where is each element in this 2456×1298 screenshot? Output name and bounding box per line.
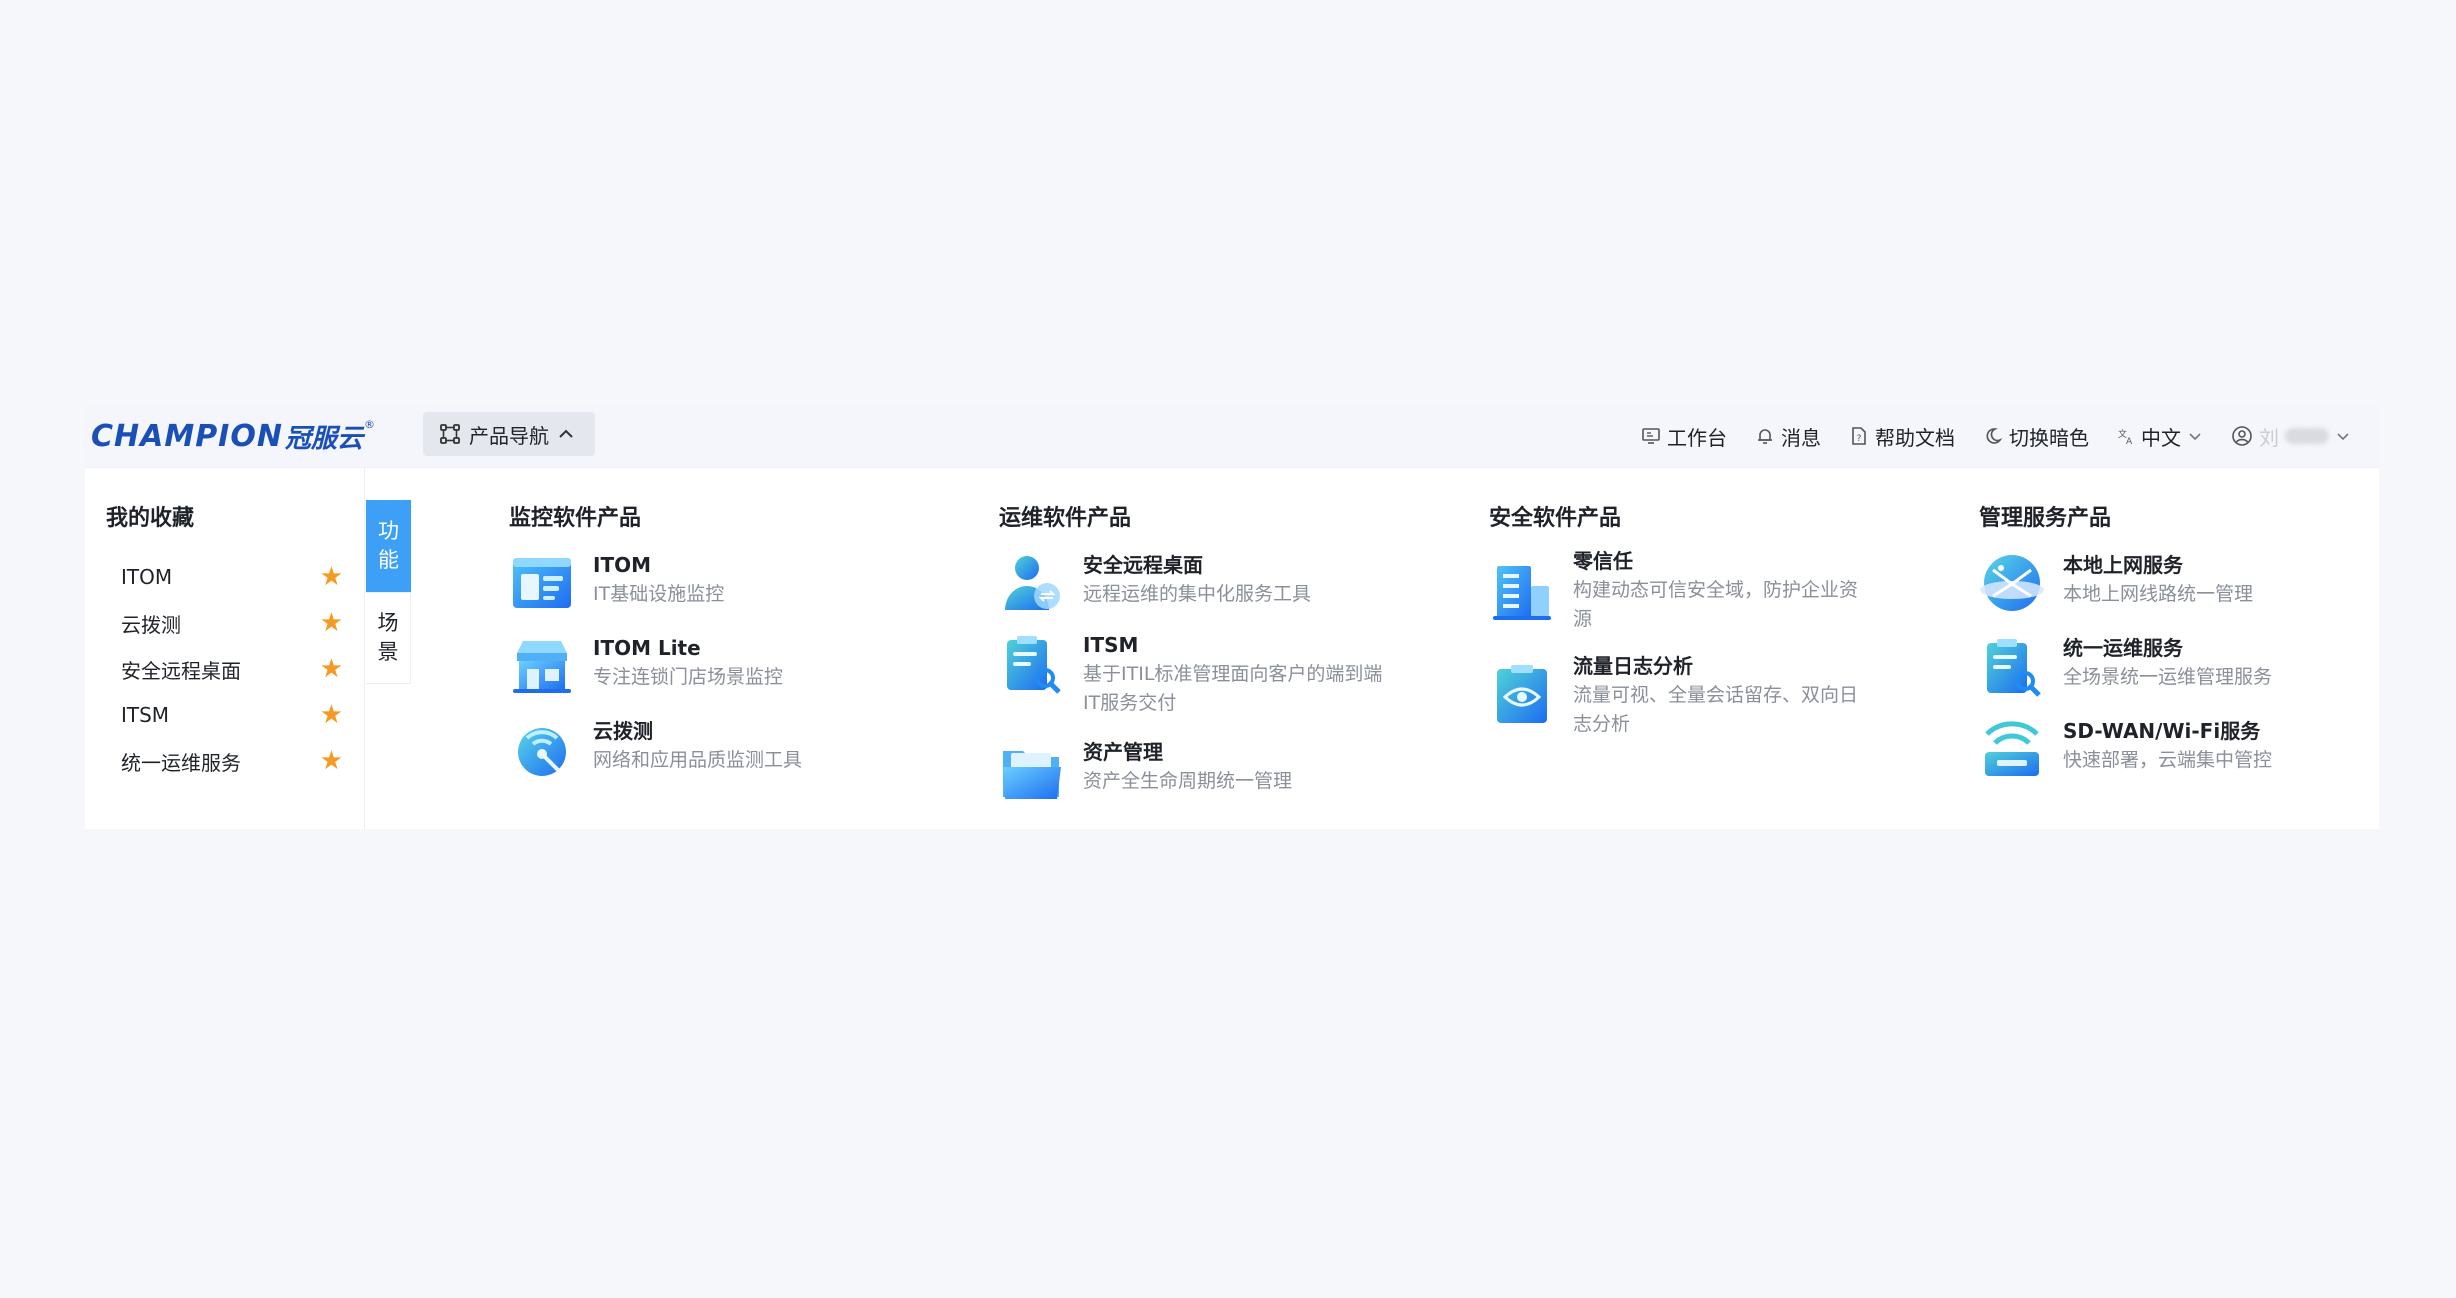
wifi-router-icon: [1985, 721, 2039, 776]
product-desc: 全场景统一运维管理服务: [2063, 666, 2273, 688]
product-desc: 快速部署，云端集中管控: [2063, 749, 2273, 771]
column-title-monitoring: 监控软件产品: [509, 506, 642, 531]
star-icon[interactable]: ★: [320, 702, 343, 728]
product-desc: 本地上网线路统一管理: [2063, 583, 2254, 605]
top-right-nav: 工作台 消息 ? 帮助文档 切换暗色 文 A 中文 刘: [1641, 412, 2351, 460]
theme-toggle[interactable]: 切换暗色: [1983, 422, 2089, 451]
product-desc: 网络和应用品质监测工具: [593, 749, 803, 771]
product-name: 零信任: [1573, 549, 1633, 573]
folder-icon: [1003, 751, 1061, 799]
help-docs-label: 帮助文档: [1875, 425, 1955, 450]
logo-registered-mark: ®: [363, 418, 375, 431]
workbench-link[interactable]: 工作台: [1641, 422, 1727, 451]
product-desc: IT基础设施监控: [593, 583, 725, 605]
grid-nodes-icon: [440, 424, 460, 444]
bell-icon: [1758, 429, 1772, 444]
user-name-blurred: [2285, 428, 2329, 444]
svg-text:A: A: [2126, 437, 2133, 445]
star-icon[interactable]: ★: [320, 656, 343, 682]
product-nav-label: 产品导航: [469, 423, 549, 448]
user-avatar-icon: [2232, 426, 2252, 446]
top-bar: CHAMPION 冠服云 ® 产品导航 工作台 消息 ? 帮助文档 切换暗色 文…: [85, 404, 2379, 468]
product-secure-remote-desktop[interactable]: 安全远程桌面 远程运维的集中化服务工具: [999, 550, 1383, 616]
star-icon[interactable]: ★: [320, 748, 343, 774]
help-doc-icon: ?: [1852, 427, 1866, 445]
theme-toggle-label: 切换暗色: [2009, 425, 2089, 450]
product-desc: 构建动态可信安全域，防护企业资源: [1573, 579, 1859, 630]
messages-label: 消息: [1781, 425, 1821, 450]
clipboard-eye-icon: [1497, 665, 1547, 723]
product-desc: 流量可视、全量会话留存、双向日志分析: [1573, 684, 1859, 735]
chevron-down-icon: [2189, 433, 2201, 441]
product-desc: 基于ITIL标准管理面向客户的端到端IT服务交付: [1083, 663, 1383, 714]
favorite-item[interactable]: 安全远程桌面 ★: [121, 646, 343, 692]
star-icon[interactable]: ★: [320, 564, 343, 590]
product-local-internet[interactable]: 本地上网服务 本地上网线路统一管理: [1979, 550, 2363, 616]
favorites-title: 我的收藏: [106, 506, 195, 531]
product-name: 本地上网服务: [2063, 553, 2183, 577]
column-title-managed-services: 管理服务产品: [1979, 506, 2112, 531]
favorite-item[interactable]: ITSM ★: [121, 692, 343, 738]
column-title-ops: 运维软件产品: [999, 506, 1132, 531]
tab-scene[interactable]: 场 景: [366, 592, 411, 684]
favorites-list: ITOM ★ 云拨测 ★ 安全远程桌面 ★ ITSM ★ 统一运维服务 ★: [121, 554, 343, 784]
product-itom-lite[interactable]: ITOM Lite 专注连锁门店场景监控: [509, 633, 893, 699]
product-desc: 专注连锁门店场景监控: [593, 666, 784, 688]
user-initial: 刘: [2259, 425, 2279, 450]
language-select[interactable]: 文 A 中文: [2117, 422, 2203, 451]
globe-icon: [1980, 555, 2044, 611]
product-name: 流量日志分析: [1573, 654, 1693, 678]
product-desc: 远程运维的集中化服务工具: [1083, 583, 1312, 605]
messages-link[interactable]: 消息: [1755, 422, 1821, 451]
user-remote-icon: [1005, 556, 1060, 610]
help-docs-link[interactable]: ? 帮助文档: [1849, 422, 1955, 451]
product-nav-button[interactable]: 产品导航: [423, 412, 595, 456]
product-name: 统一运维服务: [2063, 636, 2183, 660]
user-menu[interactable]: 刘: [2231, 422, 2351, 451]
svg-text:?: ?: [1857, 434, 1862, 444]
dashboard-window-icon: [513, 558, 571, 608]
brand-logo[interactable]: CHAMPION 冠服云 ®: [91, 414, 375, 458]
language-label: 中文: [2141, 425, 2181, 450]
product-unified-ops-service[interactable]: 统一运维服务 全场景统一运维管理服务: [1979, 633, 2363, 699]
product-name: ITOM: [593, 553, 651, 577]
favorite-item[interactable]: 云拨测 ★: [121, 600, 343, 646]
clipboard-wrench-icon: [1007, 636, 1061, 694]
product-name: 资产管理: [1083, 740, 1163, 764]
chevron-down-icon: [2337, 433, 2349, 441]
favorites-panel: 我的收藏 ITOM ★ 云拨测 ★ 安全远程桌面 ★ ITSM ★ 统一运维服务…: [85, 468, 365, 829]
workbench-label: 工作台: [1667, 425, 1727, 450]
translate-icon: 文 A: [2118, 428, 2133, 445]
product-name: 安全远程桌面: [1083, 553, 1203, 577]
product-traffic-log-analysis[interactable]: 流量日志分析 流量可视、全量会话留存、双向日志分析: [1489, 651, 1873, 739]
logo-text-en: CHAMPION: [91, 418, 283, 454]
star-icon[interactable]: ★: [320, 610, 343, 636]
product-sdwan-wifi[interactable]: SD-WAN/Wi-Fi服务 快速部署，云端集中管控: [1979, 716, 2363, 782]
storefront-icon: [513, 641, 571, 693]
product-name: ITOM Lite: [593, 636, 701, 660]
product-cloud-dial-test[interactable]: 云拨测 网络和应用品质监测工具: [509, 716, 893, 782]
moon-icon: [1986, 428, 2003, 444]
logo-text-cn: 冠服云: [284, 423, 363, 454]
product-name: ITSM: [1083, 633, 1139, 657]
favorite-item[interactable]: ITOM ★: [121, 554, 343, 600]
product-itom[interactable]: ITOM IT基础设施监控: [509, 550, 893, 616]
chevron-up-icon: [559, 429, 573, 438]
product-desc: 资产全生命周期统一管理: [1083, 770, 1293, 792]
tab-function[interactable]: 功 能: [366, 500, 411, 592]
monitor-icon: [1642, 428, 1660, 444]
building-icon: [1493, 566, 1551, 620]
product-name: 云拨测: [593, 719, 653, 743]
product-asset-management[interactable]: 资产管理 资产全生命周期统一管理: [999, 737, 1383, 803]
product-itsm[interactable]: ITSM 基于ITIL标准管理面向客户的端到端IT服务交付: [999, 630, 1383, 718]
favorite-item[interactable]: 统一运维服务 ★: [121, 738, 343, 784]
product-name: SD-WAN/Wi-Fi服务: [2063, 719, 2261, 743]
clipboard-wrench-icon: [1987, 639, 2041, 697]
column-title-security: 安全软件产品: [1489, 506, 1622, 531]
radar-dish-icon: [518, 728, 566, 776]
product-zero-trust[interactable]: 零信任 构建动态可信安全域，防护企业资源: [1489, 546, 1873, 634]
